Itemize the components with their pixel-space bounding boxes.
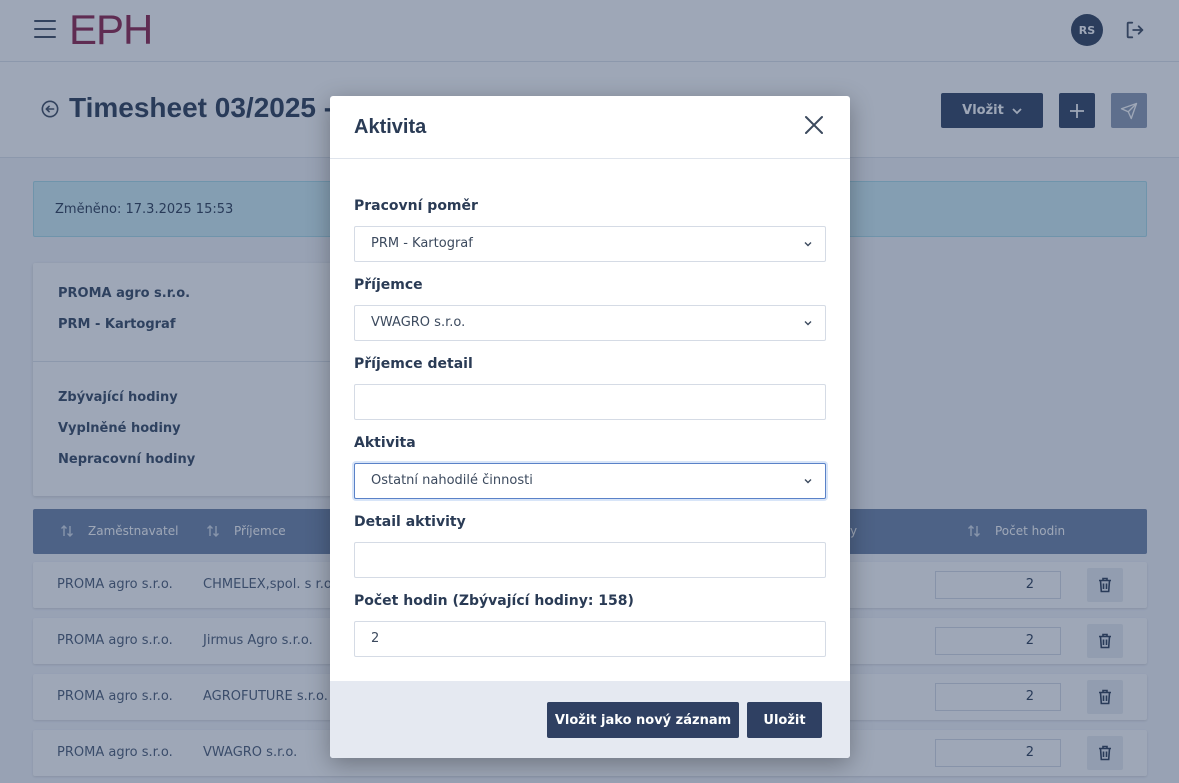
employment-select[interactable]: PRM - Kartograf: [354, 226, 826, 262]
activity-modal: Aktivita Pracovní poměr PRM - Kartograf …: [330, 96, 850, 758]
hours-input[interactable]: 2: [354, 621, 826, 657]
modal-title: Aktivita: [354, 116, 427, 138]
insert-as-new-button[interactable]: Vložit jako nový záznam: [547, 702, 739, 738]
chevron-down-icon: [804, 479, 812, 484]
activity-detail-input[interactable]: [354, 542, 826, 578]
activity-select[interactable]: Ostatní nahodilé činnosti: [354, 463, 826, 499]
close-icon[interactable]: [803, 114, 825, 136]
activity-detail-label: Detail aktivity: [354, 514, 466, 530]
activity-label: Aktivita: [354, 435, 416, 451]
hours-label: Počet hodin (Zbývající hodiny: 158): [354, 593, 634, 609]
employment-value: PRM - Kartograf: [371, 236, 473, 251]
recipient-detail-input[interactable]: [354, 384, 826, 420]
activity-value: Ostatní nahodilé činnosti: [371, 473, 533, 488]
employment-label: Pracovní poměr: [354, 198, 478, 214]
modal-header: Aktivita: [330, 96, 850, 159]
recipient-value: VWAGRO s.r.o.: [371, 315, 466, 330]
modal-footer: Vložit jako nový záznam Uložit: [330, 681, 850, 758]
chevron-down-icon: [804, 242, 812, 247]
save-button[interactable]: Uložit: [747, 702, 822, 738]
recipient-label: Příjemce: [354, 277, 423, 293]
chevron-down-icon: [804, 321, 812, 326]
recipient-select[interactable]: VWAGRO s.r.o.: [354, 305, 826, 341]
hours-value: 2: [371, 631, 380, 646]
recipient-detail-label: Příjemce detail: [354, 356, 473, 372]
